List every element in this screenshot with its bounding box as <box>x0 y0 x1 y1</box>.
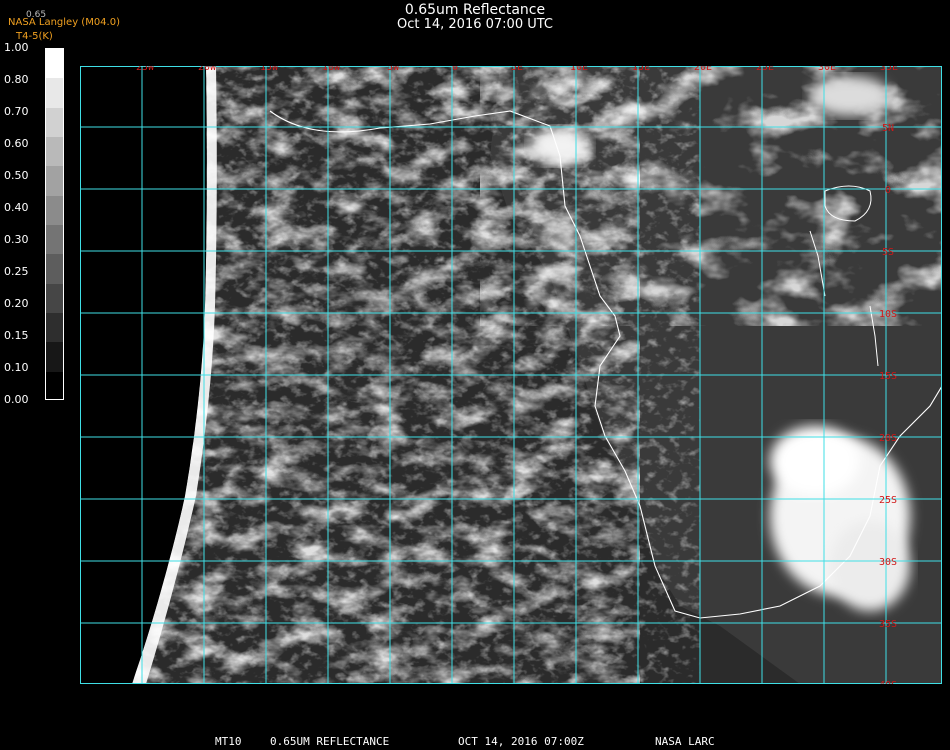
colorbar-label: 0.60 <box>4 137 29 150</box>
lat-label: 0 <box>885 185 891 196</box>
colorbar-label: 0.80 <box>4 73 29 86</box>
footer-channel: 0.65UM REFLECTANCE <box>270 735 390 748</box>
lon-label: 0 <box>452 66 458 73</box>
image-datetime: Oct 14, 2016 07:00 UTC <box>397 17 553 32</box>
colorbar-label: 0.50 <box>4 169 29 182</box>
colorbar-step <box>46 78 63 109</box>
lon-label: 20E <box>694 66 712 73</box>
footer-product: MT10 <box>215 735 242 748</box>
lon-label: 25W <box>136 66 155 73</box>
colorbar-step <box>46 225 63 256</box>
colorbar-step <box>46 283 63 314</box>
lat-label: 5S <box>882 247 894 258</box>
colorbar-step <box>46 254 63 285</box>
lat-label: 25S <box>879 495 897 506</box>
lat-label: 30S <box>879 557 897 568</box>
lon-label: 5W <box>387 66 400 73</box>
colorbar <box>45 48 64 400</box>
colorbar-label: 0.30 <box>4 233 29 246</box>
colorbar-step <box>46 166 63 197</box>
colorbar-step <box>46 371 63 399</box>
colorbar-step <box>46 195 63 226</box>
footer-date: OCT 14, 2016 07:00Z <box>458 735 584 748</box>
colorbar-label: 1.00 <box>4 41 29 54</box>
lon-label: 30E <box>818 66 836 73</box>
lon-label: 15E <box>632 66 650 73</box>
lon-label: 35E <box>880 66 898 73</box>
colorbar-step <box>46 313 63 344</box>
lat-label: 15S <box>879 371 897 382</box>
lon-label: 5E <box>511 66 523 73</box>
footer-source: NASA LARC <box>655 735 715 748</box>
colorbar-step <box>46 49 63 80</box>
colorbar-step <box>46 342 63 373</box>
lon-label: 10E <box>570 66 588 73</box>
colorbar-label: 0.20 <box>4 297 29 310</box>
colorbar-label: 0.10 <box>4 361 29 374</box>
lat-label: 10S <box>879 309 897 320</box>
colorbar-label: 0.25 <box>4 265 29 278</box>
lon-label: 10W <box>322 66 341 73</box>
lat-label: 20S <box>879 433 897 444</box>
lat-label: 35S <box>879 619 897 630</box>
colorbar-label: 0.15 <box>4 329 29 342</box>
colorbar-label: 0.40 <box>4 201 29 214</box>
lon-label: 20W <box>198 66 217 73</box>
lon-label: 25E <box>756 66 774 73</box>
lat-label: 40S <box>879 680 897 684</box>
image-title: 0.65um Reflectance <box>404 2 546 18</box>
lat-label: 5N <box>882 123 894 134</box>
colorbar-label: 0.00 <box>4 393 29 406</box>
satellite-map: 25W 20W 15W 10W 5W 0 5E 10E 15E 20E 25E 30E 35E 5N 0 5S… <box>80 66 942 684</box>
colorbar-step <box>46 137 63 168</box>
colorbar-label: 0.70 <box>4 105 29 118</box>
lon-label: 15W <box>260 66 279 73</box>
colorbar-step <box>46 107 63 138</box>
